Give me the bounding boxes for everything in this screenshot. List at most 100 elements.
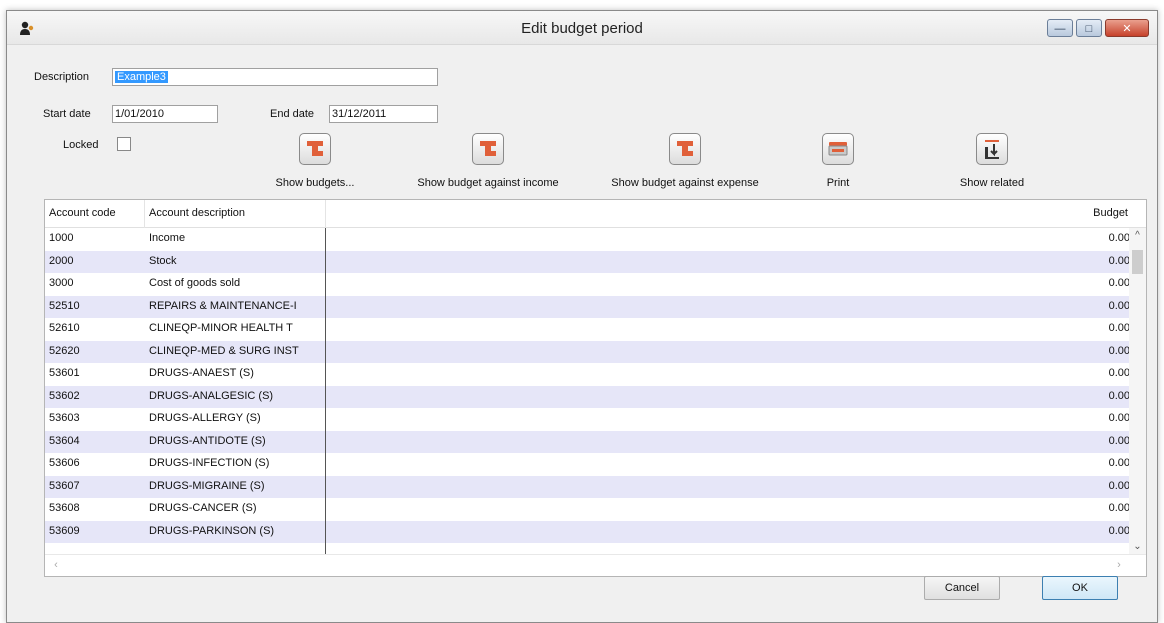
show-budget-against-income-button[interactable]: Show budget against income: [398, 133, 578, 191]
budget-cell: 0.00: [1108, 277, 1130, 289]
budget-icon: [669, 133, 701, 165]
account-description-cell: Income: [149, 232, 186, 244]
start-date-input[interactable]: 1/01/2010: [112, 105, 218, 123]
table-row[interactable]: 53606 DRUGS-INFECTION (S) 0.00: [45, 453, 1130, 476]
column-header-account-code[interactable]: Account code: [49, 207, 116, 219]
show-budgets-button[interactable]: Show budgets...: [225, 133, 405, 191]
account-description-cell: REPAIRS & MAINTENANCE-I: [149, 299, 297, 312]
start-date-label: Start date: [43, 108, 91, 120]
show-budgets-label: Show budgets...: [275, 177, 355, 189]
column-divider[interactable]: [144, 200, 145, 228]
budget-cell: 0.00: [1108, 367, 1130, 379]
locked-label: Locked: [63, 139, 99, 151]
edit-budget-period-window: Edit budget period — □ ✕ Description Exa…: [6, 10, 1158, 623]
budget-cell: 0.00: [1108, 389, 1130, 402]
scroll-right-icon[interactable]: ›: [1112, 558, 1126, 572]
title-bar[interactable]: Edit budget period — □ ✕: [7, 11, 1157, 45]
account-description-cell: DRUGS-ANAEST (S): [149, 367, 254, 379]
column-divider[interactable]: [325, 200, 326, 228]
show-budget-against-income-label: Show budget against income: [417, 177, 559, 189]
budget-cell: 0.00: [1108, 434, 1130, 447]
budget-table: Account code Account description Budget …: [44, 199, 1147, 577]
description-label: Description: [34, 71, 90, 83]
column-divider: [325, 228, 326, 555]
show-related-label: Show related: [959, 177, 1025, 189]
close-icon: ✕: [1122, 23, 1132, 35]
table-row[interactable]: 53604 DRUGS-ANTIDOTE (S) 0.00: [45, 430, 1130, 453]
related-icon: [976, 133, 1008, 165]
table-row[interactable]: 1000 Income 0.00: [45, 228, 1130, 251]
account-description-cell: DRUGS-INFECTION (S): [149, 457, 270, 469]
cancel-button[interactable]: Cancel: [924, 576, 1000, 600]
table-row[interactable]: 3000 Cost of goods sold 0.00: [45, 273, 1130, 296]
maximize-button[interactable]: □: [1076, 19, 1102, 37]
table-header: Account code Account description Budget: [45, 200, 1146, 228]
account-code-cell: 53603: [49, 412, 80, 424]
account-description-cell: Cost of goods sold: [149, 277, 241, 289]
end-date-label: End date: [270, 108, 315, 120]
scroll-down-icon[interactable]: ⌄: [1129, 539, 1146, 555]
table-body: 1000 Income 0.00 2000 Stock 0.00 3000 Cost of g…: [45, 228, 1130, 555]
vertical-scrollbar[interactable]: ^ ⌄: [1129, 228, 1146, 555]
table-row[interactable]: 52610 CLINEQP-MINOR HEALTH T 0.00: [45, 318, 1130, 341]
table-row[interactable]: 53607 DRUGS-MIGRAINE (S) 0.00: [45, 475, 1130, 498]
table-row[interactable]: 53601 DRUGS-ANAEST (S) 0.00: [45, 363, 1130, 386]
close-button[interactable]: ✕: [1105, 19, 1149, 37]
account-code-cell: 53607: [49, 479, 80, 492]
table-row[interactable]: 53603 DRUGS-ALLERGY (S) 0.00: [45, 408, 1130, 431]
locked-checkbox[interactable]: [117, 137, 131, 151]
account-description-cell: DRUGS-ANTIDOTE (S): [149, 434, 266, 447]
budget-cell: 0.00: [1108, 254, 1130, 267]
account-description-cell: CLINEQP-MED & SURG INST: [149, 344, 299, 357]
account-code-cell: 53606: [49, 457, 80, 469]
table-row[interactable]: 53602 DRUGS-ANALGESIC (S) 0.00: [45, 385, 1130, 408]
scroll-left-icon[interactable]: ‹: [49, 558, 63, 572]
account-code-cell: 53601: [49, 367, 80, 379]
account-code-cell: 52620: [49, 344, 80, 357]
description-value: Example3: [115, 71, 168, 83]
minimize-button[interactable]: —: [1047, 19, 1073, 37]
account-code-cell: 52510: [49, 299, 80, 312]
minimize-icon: —: [1054, 23, 1066, 35]
budget-cell: 0.00: [1108, 457, 1130, 469]
account-code-cell: 52610: [49, 322, 80, 334]
account-description-cell: DRUGS-ALLERGY (S): [149, 412, 261, 424]
budget-cell: 0.00: [1108, 299, 1130, 312]
budget-icon: [299, 133, 331, 165]
scroll-thumb[interactable]: [1132, 250, 1143, 274]
budget-cell: 0.00: [1108, 344, 1130, 357]
account-code-cell: 53609: [49, 524, 80, 537]
scroll-up-icon[interactable]: ^: [1129, 228, 1146, 244]
window-title: Edit budget period: [521, 20, 643, 37]
description-input[interactable]: Example3: [112, 68, 438, 86]
budget-cell: 0.00: [1108, 502, 1130, 514]
table-row[interactable]: 53609 DRUGS-PARKINSON (S) 0.00: [45, 520, 1130, 543]
show-related-button[interactable]: Show related: [902, 133, 1082, 191]
account-code-cell: 3000: [49, 277, 74, 289]
account-code-cell: 53608: [49, 502, 80, 514]
print-label: Print: [826, 177, 850, 189]
account-description-cell: DRUGS-MIGRAINE (S): [149, 479, 265, 492]
print-button[interactable]: Print: [748, 133, 928, 191]
table-row[interactable]: 52620 CLINEQP-MED & SURG INST 0.00: [45, 340, 1130, 363]
account-description-cell: DRUGS-ANALGESIC (S): [149, 389, 274, 402]
column-header-account-description[interactable]: Account description: [149, 207, 245, 219]
ok-button[interactable]: OK: [1042, 576, 1118, 600]
column-header-budget[interactable]: Budget: [1093, 207, 1128, 219]
budget-icon: [472, 133, 504, 165]
table-row[interactable]: 53608 DRUGS-CANCER (S) 0.00: [45, 498, 1130, 521]
account-description-cell: DRUGS-CANCER (S): [149, 502, 257, 514]
budget-cell: 0.00: [1108, 524, 1130, 537]
table-row[interactable]: 2000 Stock 0.00: [45, 250, 1130, 273]
end-date-input[interactable]: 31/12/2011: [329, 105, 438, 123]
budget-cell: 0.00: [1108, 479, 1130, 492]
table-row[interactable]: 52510 REPAIRS & MAINTENANCE-I 0.00: [45, 295, 1130, 318]
horizontal-scrollbar[interactable]: ‹ ›: [45, 554, 1146, 576]
account-code-cell: 53604: [49, 434, 80, 447]
maximize-icon: □: [1085, 23, 1093, 35]
account-code-cell: 2000: [49, 254, 74, 267]
budget-cell: 0.00: [1108, 322, 1130, 334]
account-description-cell: CLINEQP-MINOR HEALTH T: [149, 322, 293, 334]
account-description-cell: DRUGS-PARKINSON (S): [149, 524, 275, 537]
account-code-cell: 53602: [49, 389, 80, 402]
